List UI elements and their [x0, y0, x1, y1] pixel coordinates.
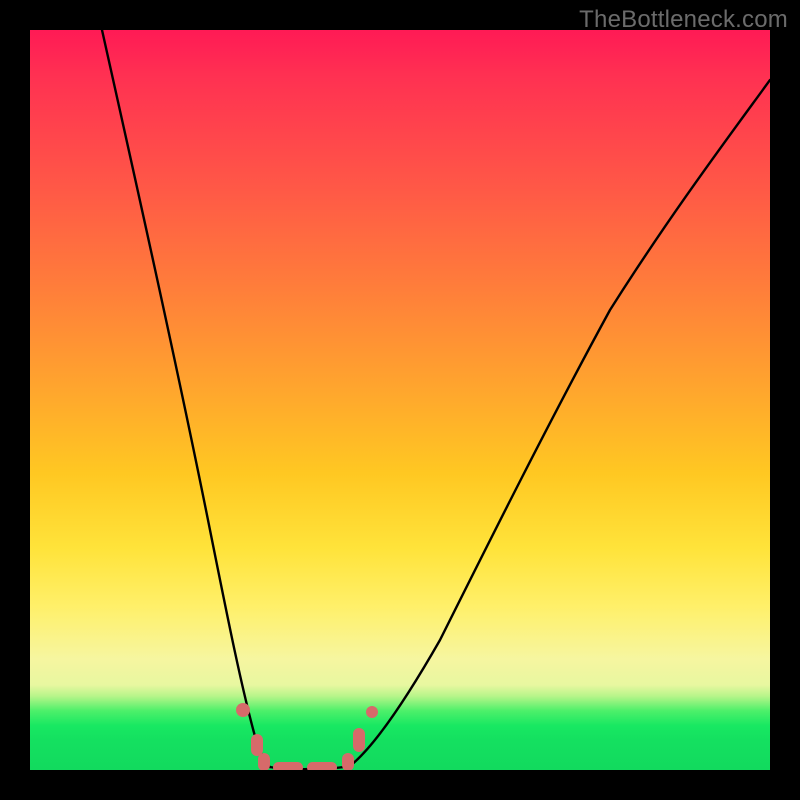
marker-dot: [366, 706, 378, 718]
left-curve: [102, 30, 270, 767]
curve-layer: [30, 30, 770, 770]
chart-frame: TheBottleneck.com: [0, 0, 800, 800]
marker-pill: [273, 762, 303, 770]
marker-pill: [353, 728, 365, 752]
plot-area: [30, 30, 770, 770]
marker-pill: [342, 753, 354, 770]
marker-pill: [258, 753, 270, 770]
marker-pill: [251, 734, 263, 756]
marker-pill: [307, 762, 337, 770]
right-curve: [350, 80, 770, 766]
marker-dot: [236, 703, 250, 717]
